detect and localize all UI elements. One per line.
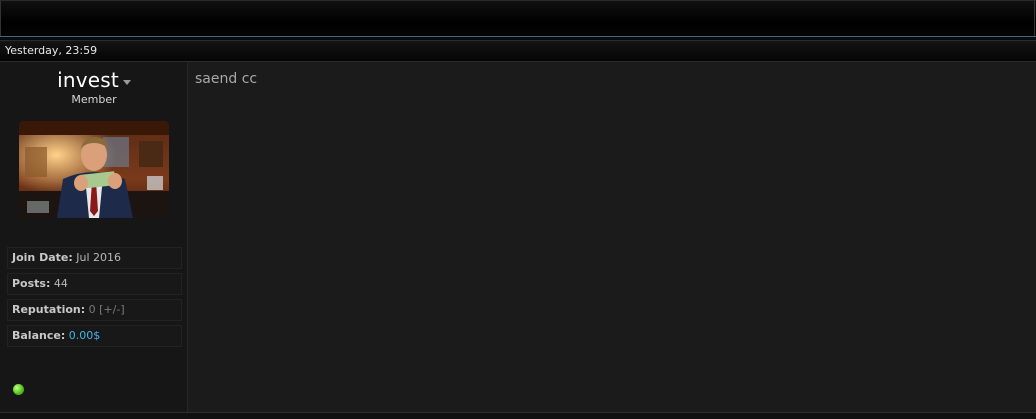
stat-join-label: Join Date: (12, 251, 73, 264)
post-header: Yesterday, 23:59 (0, 40, 1036, 62)
post-message: saend cc (195, 71, 258, 87)
stat-balance: Balance: 0.00$ (7, 325, 182, 347)
username-link[interactable]: invest (57, 68, 119, 92)
stat-posts-label: Posts: (12, 277, 51, 290)
avatar[interactable] (19, 121, 169, 218)
stat-rep-label: Reputation: (12, 303, 86, 316)
top-bar-edge-right (1034, 1, 1035, 37)
stat-join-date: Join Date: Jul 2016 (7, 247, 182, 269)
top-bar-edge-left (0, 1, 1, 37)
stat-reputation: Reputation: 0 [+/-] (7, 299, 182, 321)
user-title: Member (71, 93, 117, 106)
stat-balance-value[interactable]: 0.00$ (69, 329, 101, 342)
chevron-down-icon[interactable] (122, 80, 131, 85)
top-bar (0, 0, 1036, 37)
stat-balance-label: Balance: (12, 329, 66, 342)
avatar-image (19, 121, 169, 218)
post-footer-divider (0, 412, 1036, 419)
stat-posts: Posts: 44 (7, 273, 182, 295)
username-container[interactable]: invest (0, 68, 188, 92)
stat-join-value: Jul 2016 (76, 251, 122, 264)
user-info-panel: invest Member Join Date: Jul 2016 Posts:… (0, 62, 188, 412)
stat-rep-value: 0 (88, 303, 96, 316)
stat-posts-value: 44 (53, 277, 68, 290)
post-body: saend cc (188, 62, 1036, 412)
online-status-icon (13, 384, 24, 395)
post-date: Yesterday, 23:59 (5, 44, 98, 57)
reputation-vote-link[interactable]: [+/-] (99, 303, 124, 316)
